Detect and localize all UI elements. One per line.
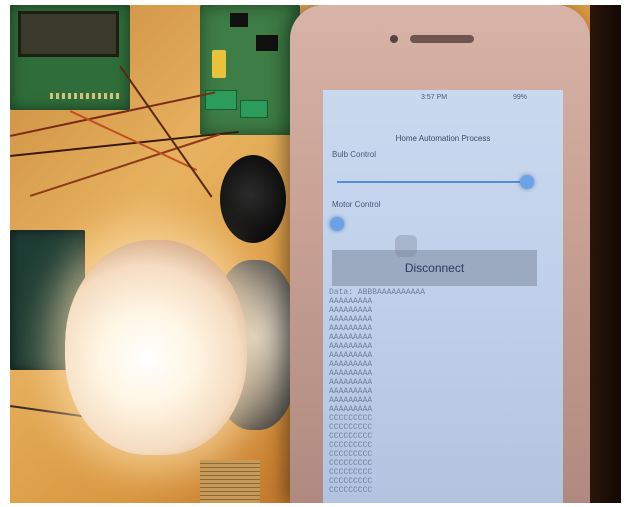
smartphone: 3:57 PM 99% Home Automation Process Bulb… [290,5,590,503]
log-line: AAAAAAAAA [329,333,373,342]
prototype-board [200,460,260,503]
log-line: AAAAAAAAA [329,369,373,378]
log-line: Data: ABBBAAAAAAAAAA [329,288,426,297]
received-data-log: Data: ABBBAAAAAAAAAA AAAAAAAAA AAAAAAAAA AA… [329,288,559,495]
bulb-control-label: Bulb Control [332,150,377,159]
log-line: CCCCCCCCC [329,414,373,423]
log-line: AAAAAAAAA [329,378,373,387]
log-line: AAAAAAAAA [329,351,373,360]
log-line: CCCCCCCCC [329,468,373,477]
log-line: AAAAAAAAA [329,306,373,315]
status-bar: 3:57 PM 99% [323,90,563,106]
motor-control-label: Motor Control [332,200,381,209]
phone-screen: 3:57 PM 99% Home Automation Process Bulb… [323,90,563,503]
buzzer-speaker [220,155,286,243]
earpiece [410,35,474,43]
ic-chip [256,35,278,51]
log-line: AAAAAAAAA [329,387,373,396]
lcd-screen [18,11,119,57]
log-line: AAAAAAAAA [329,360,373,369]
log-line: CCCCCCCCC [329,450,373,459]
log-line: CCCCCCCCC [329,486,373,495]
wire [119,65,213,198]
log-line: CCCCCCCCC [329,477,373,486]
log-line: AAAAAAAAA [329,342,373,351]
log-line: AAAAAAAAA [329,405,373,414]
log-line: AAAAAAAAA [329,396,373,405]
light-bulb [65,240,247,455]
log-line: CCCCCCCCC [329,441,373,450]
battery-level: 99% [513,94,528,101]
background-shadow [590,5,621,503]
screw-terminal [240,100,268,118]
log-line: CCCCCCCCC [329,459,373,468]
relay-board [200,5,300,135]
log-line: AAAAAAAAA [329,324,373,333]
lcd-board [10,5,130,110]
log-line: AAAAAAAAA [329,297,373,306]
photo: 3:57 PM 99% Home Automation Process Bulb… [10,5,621,503]
finger-tap [395,235,417,257]
bulb-slider-track[interactable] [337,181,527,183]
app-title: Home Automation Process [395,134,491,143]
motor-slider-thumb[interactable] [330,217,344,231]
ic-chip [230,13,248,27]
relay [212,50,226,78]
bulb-slider-thumb[interactable] [520,175,534,189]
log-line: AAAAAAAAA [329,315,373,324]
front-camera [390,35,398,43]
log-line: CCCCCCCCC [329,423,373,432]
status-time: 3:57 PM [421,94,448,101]
log-line: CCCCCCCCC [329,432,373,441]
disconnect-button[interactable]: Disconnect [332,250,537,286]
header-pins [50,93,120,99]
